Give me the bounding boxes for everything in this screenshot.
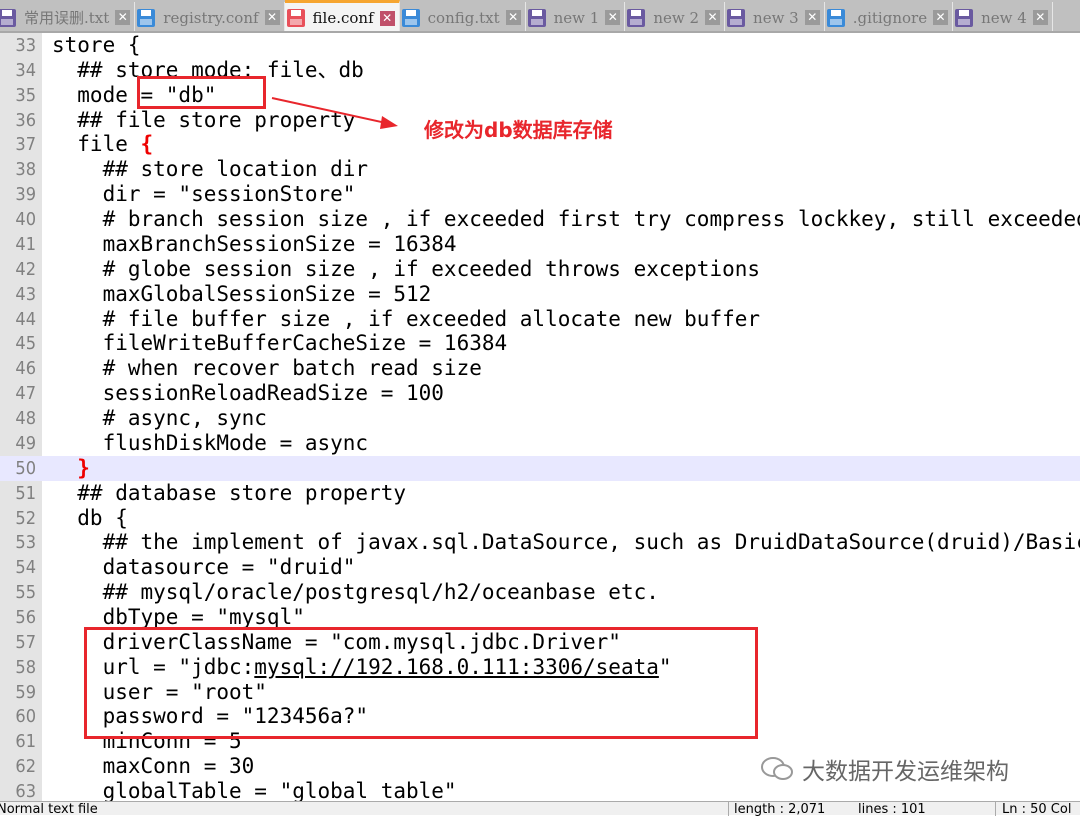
wechat-icon <box>761 757 793 780</box>
watermark: 大数据开发运维架构 <box>760 752 1009 786</box>
watermark-text: 大数据开发运维架构 <box>802 759 1009 785</box>
status-bar: Normal text file length : 2,071 lines : … <box>0 801 1080 817</box>
annotation-text: 修改为db数据库存储 <box>424 118 613 142</box>
highlight-box-db-config <box>84 627 758 739</box>
